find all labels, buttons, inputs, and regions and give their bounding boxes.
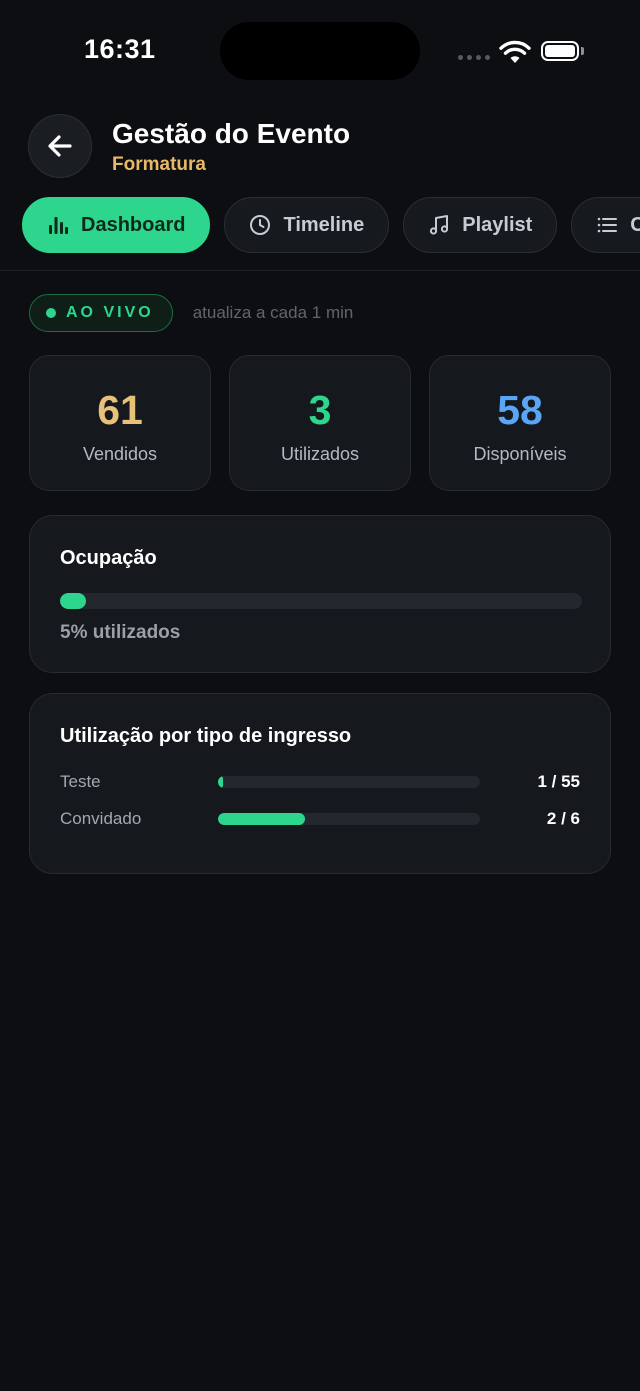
header: Gestão do Evento Formatura xyxy=(0,112,640,192)
ticket-type-label: Teste xyxy=(60,772,101,791)
ticket-type-value: 1 / 55 xyxy=(537,772,580,791)
tab-label: Playlist xyxy=(462,213,533,236)
signal-icon xyxy=(458,55,490,60)
occupancy-title: Ocupação xyxy=(60,547,157,569)
live-badge: AO VIVO xyxy=(29,294,173,332)
clock-icon xyxy=(250,215,271,235)
stat-value: 58 xyxy=(497,387,543,433)
dynamic-island xyxy=(220,22,420,80)
stat-card-used: 3 Utilizados xyxy=(229,355,411,491)
tab-playlist[interactable]: Playlist xyxy=(403,197,558,253)
back-button[interactable] xyxy=(28,114,92,178)
wifi-icon xyxy=(499,40,531,63)
ticket-type-value: 2 / 6 xyxy=(546,809,580,828)
bar-chart-icon xyxy=(49,217,68,234)
page-title: Gestão do Evento xyxy=(112,118,351,149)
page-subtitle: Formatura xyxy=(112,154,206,175)
ticket-type-progress xyxy=(218,813,480,825)
stat-card-sold: 61 Vendidos xyxy=(29,355,211,491)
tab-timeline[interactable]: Timeline xyxy=(224,197,390,253)
tab-label: C xyxy=(630,213,640,236)
refresh-info: atualiza a cada 1 min xyxy=(192,303,354,322)
status-time: 16:31 xyxy=(84,34,156,64)
stat-label: Utilizados xyxy=(280,444,360,464)
tab-dashboard[interactable]: Dashboard xyxy=(22,197,211,253)
battery-icon xyxy=(541,41,579,61)
stat-value: 61 xyxy=(97,387,143,433)
tab-list[interactable]: C xyxy=(571,197,640,253)
live-dot-icon xyxy=(46,308,56,318)
divider xyxy=(0,270,640,271)
occupancy-text: 5% utilizados xyxy=(60,622,181,643)
stat-label: Disponíveis xyxy=(473,444,567,464)
ticket-type-label: Convidado xyxy=(60,809,142,828)
live-badge-label: AO VIVO xyxy=(66,304,154,321)
ticket-type-progress xyxy=(218,776,480,788)
arrow-left-icon xyxy=(48,135,72,157)
ticket-type-progress-fill xyxy=(218,813,306,825)
stat-card-available: 58 Disponíveis xyxy=(429,355,611,491)
tab-label: Dashboard xyxy=(81,213,186,236)
stat-label: Vendidos xyxy=(82,444,158,464)
tab-bar: Dashboard Timeline Playlist C xyxy=(22,197,640,255)
status-bar: 16:31 xyxy=(0,0,640,100)
music-note-icon xyxy=(430,215,449,235)
occupancy-progress xyxy=(60,593,582,609)
live-row: AO VIVO atualiza a cada 1 min xyxy=(29,293,353,333)
ticket-type-title: Utilização por tipo de ingresso xyxy=(60,725,352,747)
occupancy-card: Ocupação 5% utilizados xyxy=(29,515,611,673)
occupancy-progress-fill xyxy=(60,593,87,609)
tab-label: Timeline xyxy=(283,213,365,236)
stat-value: 3 xyxy=(308,387,332,433)
ticket-type-progress-fill xyxy=(218,776,223,788)
ticket-type-card: Utilização por tipo de ingresso Teste 1 … xyxy=(29,693,611,874)
list-icon xyxy=(597,217,618,233)
